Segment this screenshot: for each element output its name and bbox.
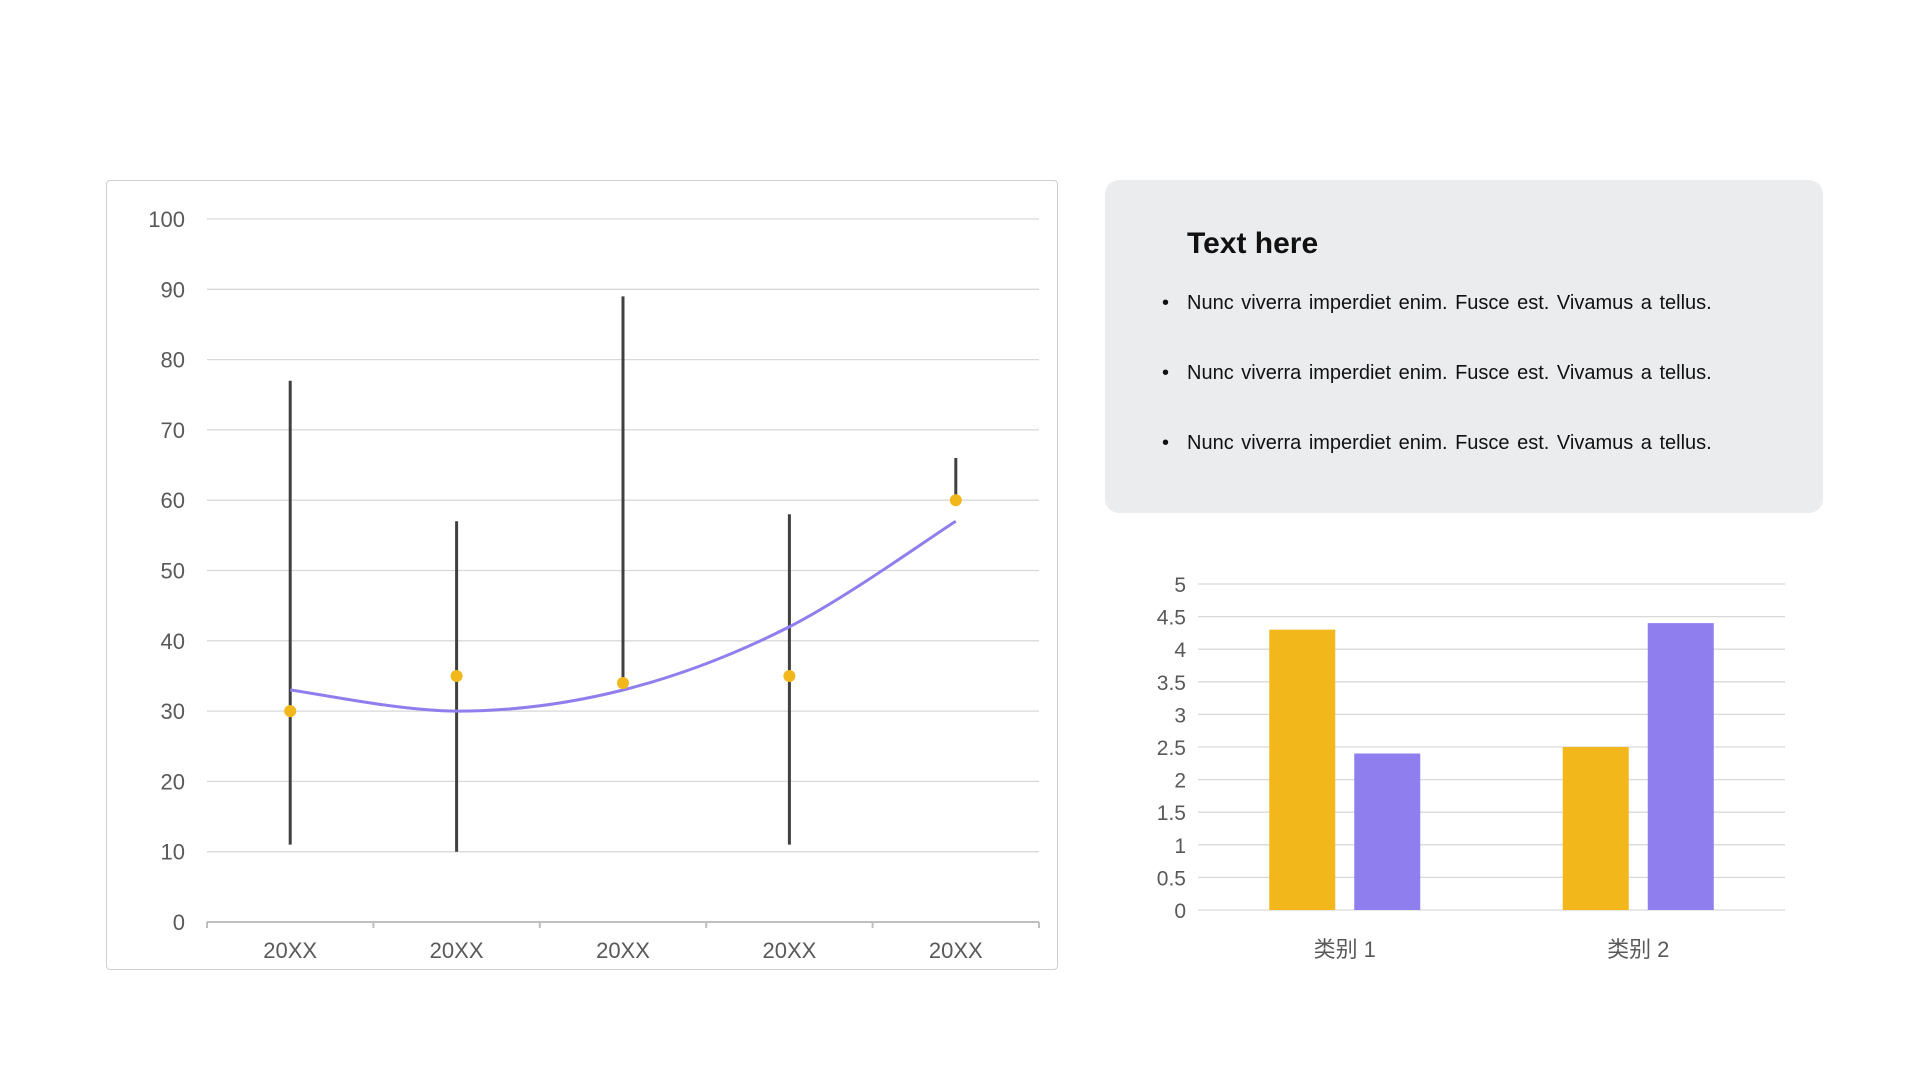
bar	[1354, 753, 1421, 910]
y-tick-label: 2.5	[1157, 737, 1186, 760]
y-tick-label: 70	[161, 418, 185, 443]
bullet-icon: •	[1162, 361, 1170, 384]
data-point	[949, 494, 962, 507]
bullet-text: Nunc viverra imperdiet enim. Fusce est. …	[1187, 291, 1712, 314]
y-tick-label: 90	[161, 277, 185, 302]
y-tick-label: 4.5	[1157, 607, 1186, 630]
line-chart: 0 10 20 30 40 50 60 70 80 90 100 20XX 20XX 20XX 20XX 20…	[148, 207, 1040, 963]
data-point	[783, 669, 796, 682]
bullet-icon: •	[1162, 291, 1170, 314]
data-point	[284, 705, 297, 718]
x-tick-label: 类别 1	[1314, 937, 1376, 962]
y-tick-label: 4	[1174, 639, 1186, 662]
bullet-text: Nunc viverra imperdiet enim. Fusce est. …	[1187, 361, 1712, 384]
y-tick-label: 3	[1174, 704, 1186, 727]
y-tick-label: 80	[161, 348, 185, 373]
x-tick-label: 20XX	[596, 938, 650, 963]
bar-chart: 0 0.5 1 1.5 2 2.5 3 3.5 4 4.5 5 类别 1 类别 2	[1157, 574, 1785, 962]
bullet-text: Nunc viverra imperdiet enim. Fusce est. …	[1187, 431, 1712, 454]
bar-chart-panel: 0 0.5 1 1.5 2 2.5 3 3.5 4 4.5 5 类别 1 类别 2	[1130, 560, 1810, 980]
bar	[1647, 623, 1714, 910]
x-tick-label: 20XX	[929, 938, 983, 963]
data-point	[450, 669, 463, 682]
y-tick-label: 20	[161, 769, 185, 794]
x-tick-label: 20XX	[430, 938, 484, 963]
line-chart-panel: 0 10 20 30 40 50 60 70 80 90 100 20XX 20XX 20XX 20XX 20…	[106, 180, 1058, 970]
y-tick-label: 40	[161, 629, 185, 654]
text-panel: Text here • Nunc viverra imperdiet enim. …	[1105, 180, 1823, 513]
y-tick-label: 0.5	[1157, 867, 1186, 890]
data-point	[617, 676, 629, 689]
bullet-item: • Nunc viverra imperdiet enim. Fusce est.…	[1162, 292, 1823, 362]
bar	[1562, 747, 1629, 910]
y-tick-label: 100	[148, 207, 185, 232]
y-tick-label: 60	[161, 488, 185, 513]
y-tick-label: 0	[173, 910, 185, 935]
y-tick-label: 2	[1174, 770, 1186, 793]
x-tick-label: 20XX	[762, 938, 816, 963]
bullet-list: • Nunc viverra imperdiet enim. Fusce est.…	[1162, 292, 1823, 502]
y-tick-label: 1.5	[1157, 802, 1186, 825]
y-tick-label: 0	[1174, 900, 1186, 923]
text-panel-title: Text here	[1187, 227, 1319, 260]
bullet-item: • Nunc viverra imperdiet enim. Fusce est.…	[1162, 432, 1823, 502]
y-tick-label: 5	[1174, 574, 1186, 597]
y-tick-label: 30	[161, 699, 185, 724]
y-tick-label: 10	[161, 840, 185, 865]
y-tick-label: 1	[1174, 835, 1186, 858]
bullet-item: • Nunc viverra imperdiet enim. Fusce est.…	[1162, 362, 1823, 432]
y-tick-label: 3.5	[1157, 672, 1186, 695]
bar	[1269, 629, 1336, 910]
x-tick-label: 类别 2	[1607, 937, 1669, 962]
y-tick-label: 50	[161, 559, 185, 584]
bullet-icon: •	[1162, 431, 1170, 454]
x-tick-label: 20XX	[263, 938, 317, 963]
